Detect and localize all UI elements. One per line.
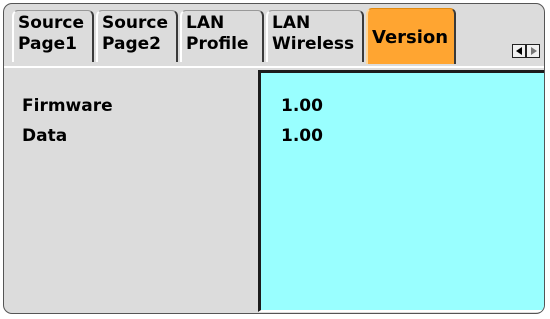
version-content: Firmware Data 1.00 1.00	[4, 66, 544, 313]
tab-label-line2: Wireless	[272, 34, 355, 54]
version-dialog: Source Page1 Source Page2 LAN Profile LA…	[3, 3, 545, 314]
triangle-right-icon[interactable]	[526, 44, 540, 58]
tab-lan-profile[interactable]: LAN Profile	[180, 10, 264, 62]
firmware-value: 1.00	[281, 96, 323, 116]
tab-label-line1: Source	[102, 13, 169, 33]
tab-label-line1: LAN	[186, 13, 225, 33]
tab-label: Version	[372, 27, 449, 48]
info-labels: Firmware Data	[22, 96, 113, 156]
tab-version[interactable]: Version	[366, 8, 456, 64]
tab-label-line2: Profile	[186, 34, 249, 54]
data-label: Data	[22, 126, 68, 146]
tab-source-page2[interactable]: Source Page2	[96, 10, 178, 62]
data-value: 1.00	[281, 126, 323, 146]
triangle-left-icon[interactable]	[512, 44, 526, 58]
tab-source-page1[interactable]: Source Page1	[12, 10, 94, 62]
firmware-label: Firmware	[22, 96, 113, 116]
tab-label-line2: Page2	[102, 34, 162, 54]
tab-label-line1: LAN	[272, 13, 311, 33]
tab-label-line2: Page1	[18, 34, 78, 54]
values-box: 1.00 1.00	[258, 70, 544, 312]
info-values: 1.00 1.00	[281, 96, 323, 156]
tab-label-line1: Source	[18, 13, 85, 33]
tab-lan-wireless[interactable]: LAN Wireless	[266, 10, 364, 62]
tab-scroll-arrows	[512, 44, 540, 58]
tab-strip: Source Page1 Source Page2 LAN Profile LA…	[4, 4, 544, 66]
